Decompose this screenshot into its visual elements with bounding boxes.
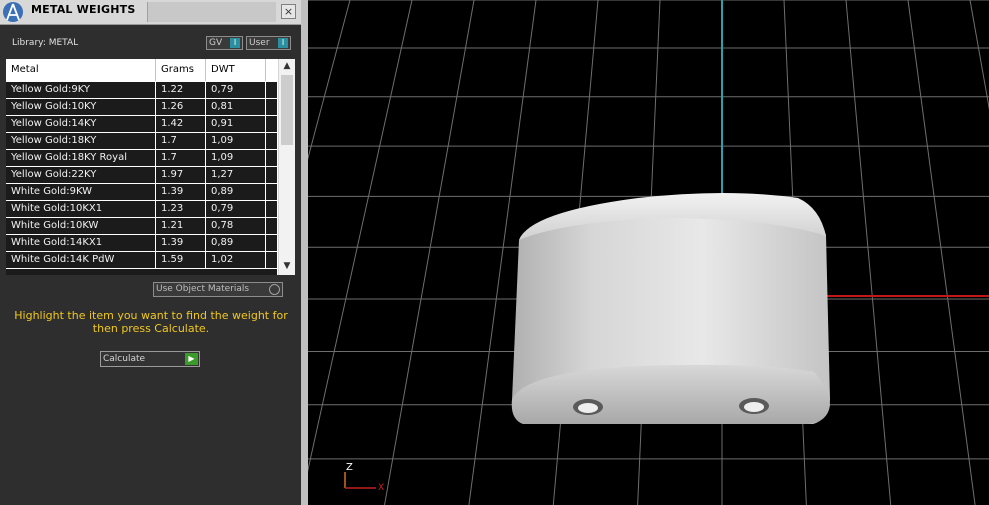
dwt-cell: 0,89	[206, 184, 266, 200]
toggle-indicator-icon: I	[278, 38, 288, 48]
metal-cell: White Gold:9KW	[6, 184, 156, 200]
table-row-partial[interactable]	[6, 269, 277, 275]
table-row[interactable]: White Gold:10KW 1.21 0,78	[6, 218, 277, 235]
table-row[interactable]: White Gold:14KX1 1.39 0,89	[6, 235, 277, 252]
grams-cell: 1.23	[156, 201, 206, 217]
gizmo-x-label: X	[378, 483, 384, 493]
column-header-metal[interactable]: Metal	[6, 59, 156, 81]
metal-cell: Yellow Gold:18KY	[6, 133, 156, 149]
toggle-indicator-icon: I	[230, 38, 240, 48]
metal-cell: Yellow Gold:18KY Royal	[6, 150, 156, 166]
dwt-cell: 1,09	[206, 150, 266, 166]
close-icon: ×	[283, 5, 294, 18]
table-header: Metal Grams DWT	[6, 59, 277, 81]
user-toggle-button[interactable]: User I	[246, 36, 291, 50]
column-header-grams[interactable]: Grams	[156, 59, 206, 81]
panel-titlebar: METAL WEIGHTS ×	[0, 0, 301, 25]
metal-cell: Yellow Gold:22KY	[6, 167, 156, 183]
metal-cell: Yellow Gold:10KY	[6, 99, 156, 115]
grams-cell: 1.39	[156, 235, 206, 251]
metal-cell: White Gold:10KW	[6, 218, 156, 234]
table-row[interactable]: Yellow Gold:9KY 1.22 0,79	[6, 82, 277, 99]
metal-cell: White Gold:10KX1	[6, 201, 156, 217]
library-label: Library: METAL	[12, 38, 79, 48]
dwt-cell: 0,91	[206, 116, 266, 132]
grid-line	[384, 0, 475, 505]
grid-line	[845, 0, 892, 505]
gizmo-z-label: Z	[346, 462, 353, 473]
use-object-materials-label: Use Object Materials	[156, 284, 250, 294]
calculate-button[interactable]: Calculate ▶	[100, 351, 200, 367]
dwt-cell: 0,79	[206, 201, 266, 217]
grams-cell: 1.22	[156, 82, 206, 98]
grid-line	[308, 0, 413, 472]
titlebar-tab-area	[147, 2, 276, 22]
column-header-dwt[interactable]: DWT	[206, 59, 266, 81]
dwt-cell: 0,89	[206, 235, 266, 251]
user-label: User	[249, 38, 270, 48]
grams-cell: 1.39	[156, 184, 206, 200]
gv-toggle-button[interactable]: GV I	[206, 36, 243, 50]
axis-gizmo: Z X	[344, 462, 384, 493]
dwt-cell: 1,27	[206, 167, 266, 183]
scroll-thumb[interactable]	[281, 75, 293, 145]
instruction-text: Highlight the item you want to find the …	[14, 309, 288, 335]
grams-cell: 1.7	[156, 133, 206, 149]
table-row[interactable]: Yellow Gold:18KY 1.7 1,09	[6, 133, 277, 150]
table-row[interactable]: Yellow Gold:22KY 1.97 1,27	[6, 167, 277, 184]
table-row[interactable]: White Gold:14K PdW 1.59 1,02	[6, 252, 277, 269]
metal-cell: White Gold:14K PdW	[6, 252, 156, 268]
table-row[interactable]: White Gold:10KX1 1.23 0,79	[6, 201, 277, 218]
panel-title: METAL WEIGHTS	[31, 3, 136, 16]
grid-line	[907, 0, 976, 505]
table-scrollbar[interactable]: ▲ ▼	[278, 59, 295, 275]
3d-object-bracket[interactable]	[511, 193, 830, 424]
gv-label: GV	[209, 38, 223, 48]
table-row[interactable]: White Gold:9KW 1.39 0,89	[6, 184, 277, 201]
grams-cell: 1.21	[156, 218, 206, 234]
metal-cell: Yellow Gold:9KY	[6, 82, 156, 98]
app-logo-icon	[3, 2, 23, 22]
grid-line	[969, 0, 989, 111]
table-row[interactable]: Yellow Gold:14KY 1.42 0,91	[6, 116, 277, 133]
grams-cell: 1.7	[156, 150, 206, 166]
splitter-bar[interactable]	[301, 0, 308, 505]
dwt-cell: 1,09	[206, 133, 266, 149]
3d-viewport[interactable]: Z X	[308, 0, 989, 505]
grid-line	[308, 0, 351, 161]
table-row[interactable]: Yellow Gold:18KY Royal 1.7 1,09	[6, 150, 277, 167]
radio-circle-icon	[269, 284, 280, 295]
table-body: Yellow Gold:9KY 1.22 0,79 Yellow Gold:10KY…	[6, 82, 277, 275]
grams-cell: 1.97	[156, 167, 206, 183]
scroll-down-icon[interactable]: ▼	[279, 259, 295, 273]
table-row[interactable]: Yellow Gold:10KY 1.26 0,81	[6, 99, 277, 116]
dwt-cell: 0,81	[206, 99, 266, 115]
metal-cell: White Gold:14KX1	[6, 235, 156, 251]
dwt-cell: 0,78	[206, 218, 266, 234]
dwt-cell: 0,79	[206, 82, 266, 98]
play-arrow-icon: ▶	[185, 353, 198, 365]
grams-cell: 1.42	[156, 116, 206, 132]
metal-table: Metal Grams DWT Yellow Gold:9KY 1.22 0,79 …	[6, 59, 295, 275]
scroll-up-icon[interactable]: ▲	[279, 59, 295, 73]
calculate-label: Calculate	[103, 354, 146, 364]
viewport-scene: Z X	[308, 0, 989, 505]
metal-cell: Yellow Gold:14KY	[6, 116, 156, 132]
grams-cell: 1.26	[156, 99, 206, 115]
metal-weights-panel: METAL WEIGHTS × Library: METAL GV I User…	[0, 0, 301, 505]
use-object-materials-toggle[interactable]: Use Object Materials	[153, 282, 283, 297]
close-button[interactable]: ×	[281, 4, 296, 19]
dwt-cell: 1,02	[206, 252, 266, 268]
grams-cell: 1.59	[156, 252, 206, 268]
